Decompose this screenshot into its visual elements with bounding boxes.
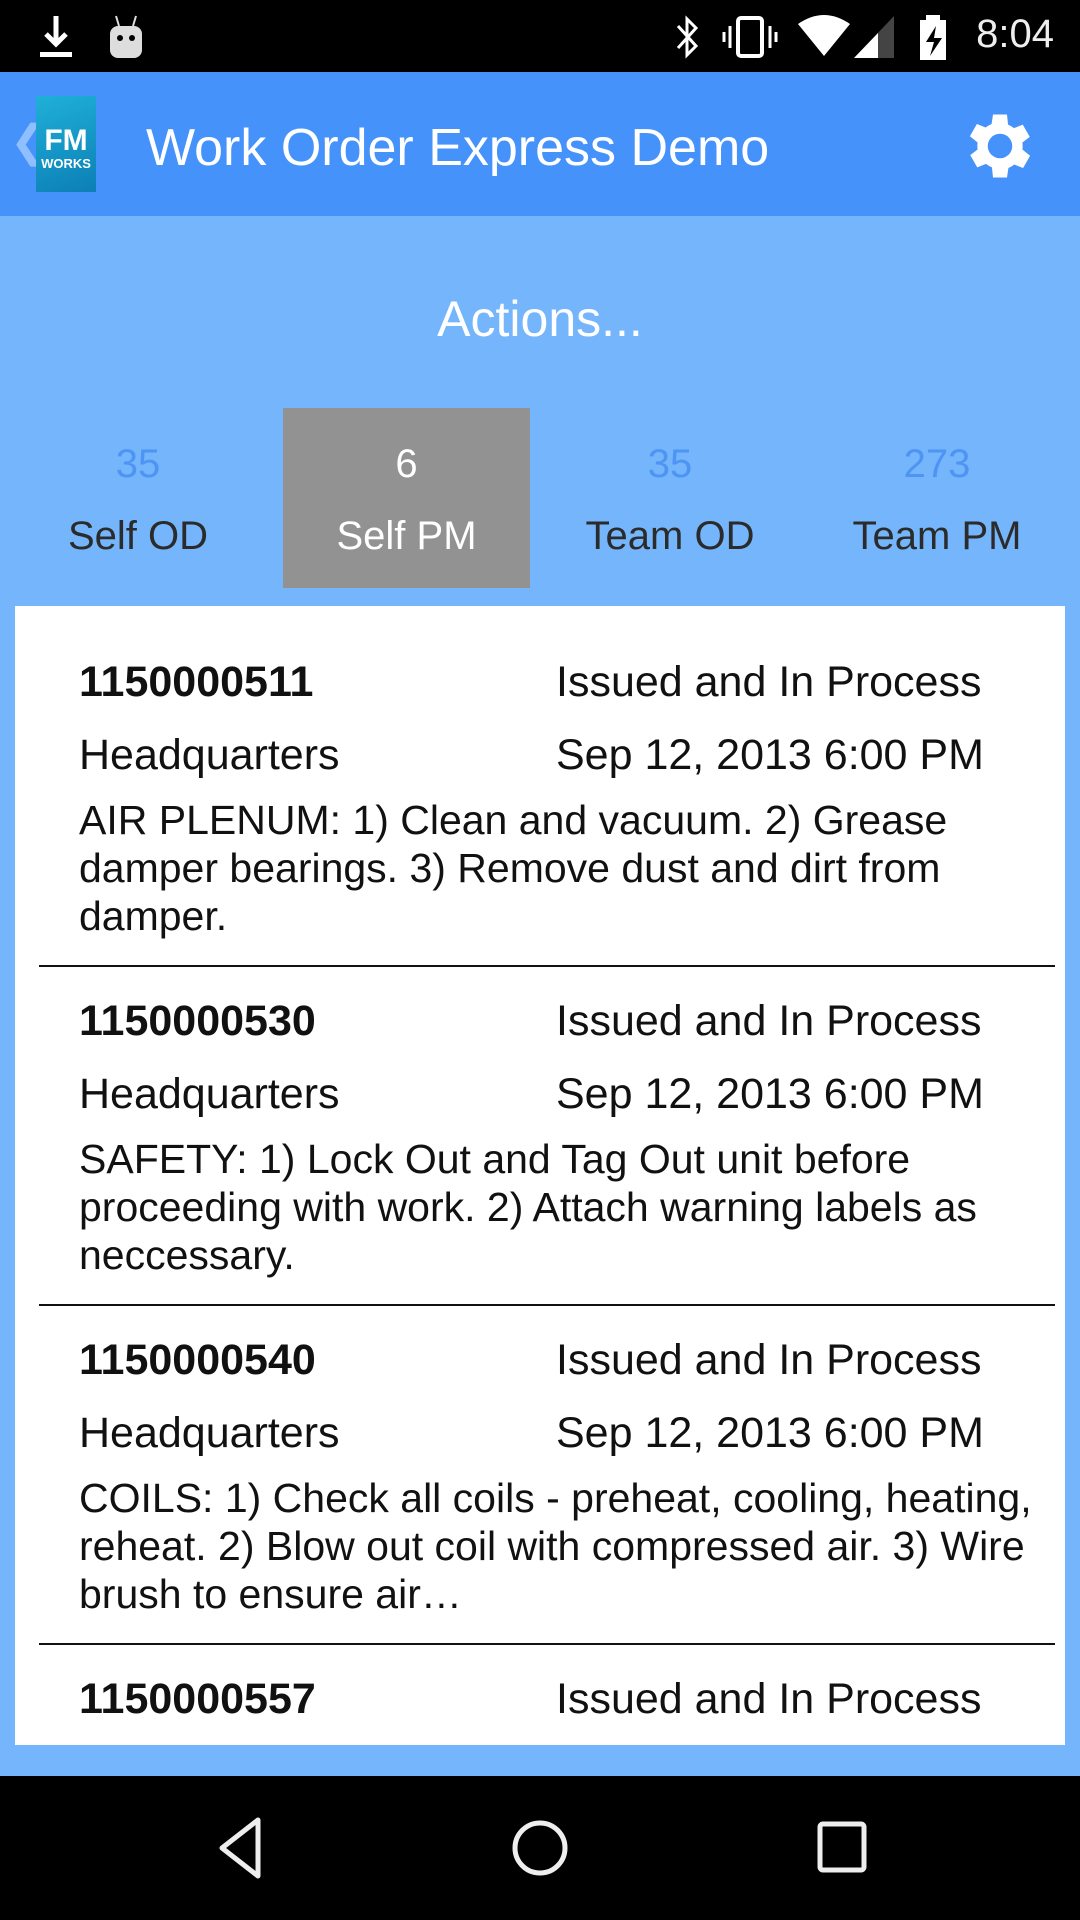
work-order-date: Sep 12, 2013 6:00 PM (556, 1409, 984, 1457)
work-order-id: 1150000557 (79, 1675, 316, 1723)
work-order-list[interactable]: 1150000511 Issued and In Process Headqua… (15, 606, 1065, 1745)
tab-count: 35 (115, 442, 161, 486)
app-logo[interactable]: FM WORKS (36, 96, 96, 192)
work-order-date: Sep 12, 2013 6:00 PM (556, 1070, 984, 1118)
android-icon (110, 15, 142, 58)
tab-self-od[interactable]: 35 Self OD (13, 408, 263, 588)
wifi-icon (798, 15, 850, 56)
tab-count: 273 (903, 442, 971, 486)
battery-charging-icon (920, 15, 946, 60)
work-order-location: Headquarters (79, 731, 340, 779)
work-order-date: Sep 12, 2013 6:00 PM (556, 731, 984, 779)
vibrate-icon (722, 16, 778, 58)
list-item[interactable]: 1150000511 Issued and In Process Headqua… (39, 628, 1055, 967)
work-order-status: Issued and In Process (556, 1675, 982, 1723)
list-item[interactable]: 1150000557 Issued and In Process (39, 1645, 1055, 1745)
logo-text: FM (44, 124, 88, 157)
work-order-id: 1150000511 (79, 658, 314, 706)
navigation-bar (0, 1776, 1080, 1920)
tab-label: Team PM (852, 514, 1022, 558)
status-bar: 8:04 (0, 0, 1080, 72)
gear-icon[interactable] (958, 104, 1042, 188)
logo-subtext: WORKS (41, 156, 91, 171)
tab-label: Self PM (336, 514, 477, 558)
clock: 8:04 (976, 12, 1054, 56)
tab-label: Self OD (67, 514, 209, 558)
work-order-description: SAFETY: 1) Lock Out and Tag Out unit bef… (79, 1136, 977, 1278)
work-order-id: 1150000540 (79, 1336, 316, 1384)
signal-icon (854, 16, 894, 58)
download-icon (40, 16, 72, 57)
list-item[interactable]: 1150000540 Issued and In Process Headqua… (39, 1306, 1055, 1645)
recents-icon[interactable] (812, 1816, 872, 1880)
work-order-description: COILS: 1) Check all coils - preheat, coo… (79, 1475, 1032, 1617)
tab-count: 6 (395, 442, 418, 486)
work-order-status: Issued and In Process (556, 997, 982, 1045)
tab-count: 35 (647, 442, 693, 486)
tab-team-pm[interactable]: 273 Team PM (812, 408, 1062, 588)
app-title: Work Order Express Demo (146, 119, 770, 177)
back-icon[interactable] (212, 1816, 272, 1880)
work-order-location: Headquarters (79, 1070, 340, 1118)
tab-bar: 35 Self OD 6 Self PM 35 Team OD 273 Team… (0, 408, 1080, 588)
work-order-status: Issued and In Process (556, 658, 982, 706)
bluetooth-icon (676, 15, 699, 59)
actions-heading[interactable]: Actions... (0, 290, 1080, 348)
app-bar: ❮ FM WORKS Work Order Express Demo (0, 72, 1080, 216)
work-order-location: Headquarters (79, 1409, 340, 1457)
work-order-id: 1150000530 (79, 997, 316, 1045)
work-order-description: AIR PLENUM: 1) Clean and vacuum. 2) Grea… (79, 797, 948, 939)
tab-self-pm[interactable]: 6 Self PM (283, 408, 530, 588)
work-order-status: Issued and In Process (556, 1336, 982, 1384)
home-icon[interactable] (508, 1816, 572, 1880)
tab-team-od[interactable]: 35 Team OD (545, 408, 795, 588)
list-item[interactable]: 1150000530 Issued and In Process Headqua… (39, 967, 1055, 1306)
tab-label: Team OD (585, 514, 755, 558)
